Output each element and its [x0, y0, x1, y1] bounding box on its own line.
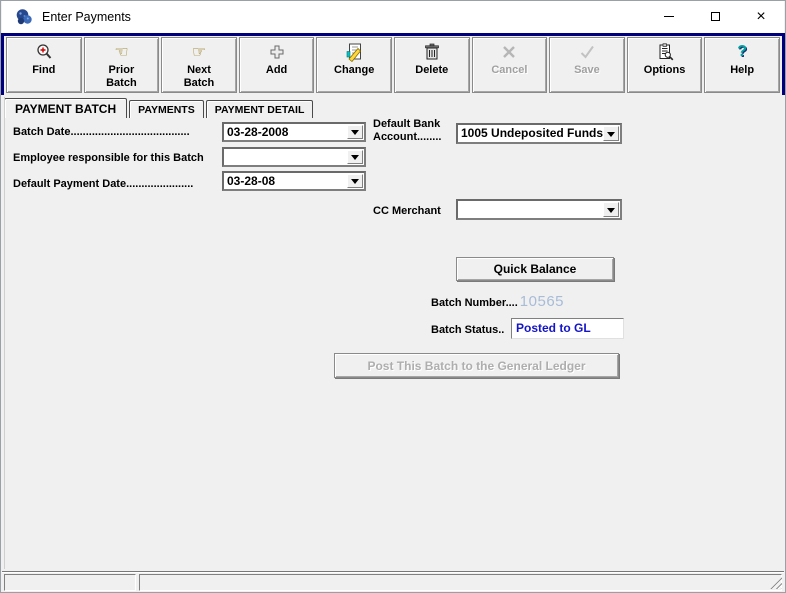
add-label: Add [266, 64, 287, 77]
app-icon [15, 8, 33, 26]
save-icon [578, 40, 596, 64]
delete-label: Delete [415, 64, 448, 77]
close-button[interactable]: × [738, 1, 784, 32]
statusbar-right-panel [139, 574, 782, 591]
batch-status-field[interactable]: Posted to GL [511, 318, 624, 339]
batch-date-combobox[interactable]: 03-28-2008 [222, 122, 366, 142]
prior-batch-button[interactable]: ☜ Prior Batch [84, 37, 160, 93]
find-label: Find [32, 64, 55, 77]
maximize-icon [711, 12, 720, 21]
content-divider [2, 571, 784, 573]
minimize-button[interactable] [646, 1, 692, 32]
default-payment-date-dropdown-icon[interactable] [347, 174, 363, 188]
change-label: Change [334, 64, 374, 77]
batch-number-row: Batch Number.... 10565 [431, 293, 564, 310]
default-payment-date-combobox[interactable]: 03-28-08 [222, 171, 366, 191]
help-button[interactable]: ? Help [704, 37, 780, 93]
options-label: Options [644, 64, 686, 77]
title-bar: Enter Payments × [2, 1, 784, 33]
delete-icon [422, 40, 442, 64]
cancel-button: Cancel [472, 37, 548, 93]
employee-dropdown-icon[interactable] [347, 150, 363, 164]
default-payment-date-value: 03-28-08 [224, 173, 364, 188]
employee-value [224, 149, 364, 150]
delete-button[interactable]: Delete [394, 37, 470, 93]
batch-date-dropdown-icon[interactable] [347, 125, 363, 139]
tab-strip: PAYMENT BATCH PAYMENTS PAYMENT DETAIL [4, 98, 315, 118]
employee-label: Employee responsible for this Batch [13, 152, 204, 165]
next-batch-label: Next Batch [184, 64, 215, 89]
toolbar: Find ☜ Prior Batch ☞ Next Batch Add [1, 33, 785, 95]
caption-buttons: × [646, 1, 784, 32]
help-label: Help [730, 64, 754, 77]
add-icon [269, 40, 285, 64]
cancel-label: Cancel [491, 64, 527, 77]
tab-payment-detail[interactable]: PAYMENT DETAIL [206, 100, 314, 118]
tab-payment-batch[interactable]: PAYMENT BATCH [4, 98, 127, 118]
options-button[interactable]: Options [627, 37, 703, 93]
add-button[interactable]: Add [239, 37, 315, 93]
batch-number-value: 10565 [520, 293, 564, 310]
cancel-icon [500, 40, 518, 64]
quick-balance-button[interactable]: Quick Balance [456, 257, 614, 281]
prior-batch-label: Prior Batch [106, 64, 137, 89]
enter-payments-window: Enter Payments × Find ☜ Prior Batch ☞ Ne [0, 0, 786, 593]
statusbar-left-panel [4, 574, 136, 591]
default-payment-date-label: Default Payment Date....................… [13, 178, 193, 191]
help-icon: ? [737, 40, 747, 64]
cc-merchant-dropdown-icon[interactable] [603, 202, 619, 217]
batch-status-label: Batch Status.. [431, 324, 504, 337]
change-icon [344, 40, 364, 64]
post-batch-button: Post This Batch to the General Ledger [334, 353, 619, 378]
cc-merchant-value [458, 201, 620, 202]
default-bank-account-label: Default Bank Account........ [373, 118, 441, 144]
prior-batch-icon: ☜ [114, 40, 128, 64]
window-title: Enter Payments [42, 10, 131, 24]
maximize-button[interactable] [692, 1, 738, 32]
cc-merchant-label: CC Merchant [373, 205, 441, 218]
next-batch-button[interactable]: ☞ Next Batch [161, 37, 237, 93]
find-icon [34, 40, 54, 64]
minimize-icon [664, 16, 674, 17]
default-bank-account-value: 1005 Undeposited Funds [458, 125, 620, 140]
save-label: Save [574, 64, 600, 77]
save-button: Save [549, 37, 625, 93]
change-button[interactable]: Change [316, 37, 392, 93]
batch-date-label: Batch Date..............................… [13, 126, 190, 139]
tab-payments[interactable]: PAYMENTS [129, 100, 204, 118]
close-icon: × [756, 8, 765, 26]
employee-combobox[interactable] [222, 147, 366, 167]
find-button[interactable]: Find [6, 37, 82, 93]
default-bank-account-combobox[interactable]: 1005 Undeposited Funds [456, 123, 622, 144]
cc-merchant-combobox[interactable] [456, 199, 622, 220]
batch-number-label: Batch Number.... [431, 297, 518, 310]
client-left-groove [4, 97, 5, 569]
batch-date-value: 03-28-2008 [224, 124, 364, 139]
next-batch-icon: ☞ [192, 40, 206, 64]
default-bank-account-dropdown-icon[interactable] [603, 126, 619, 141]
options-icon [655, 40, 675, 64]
